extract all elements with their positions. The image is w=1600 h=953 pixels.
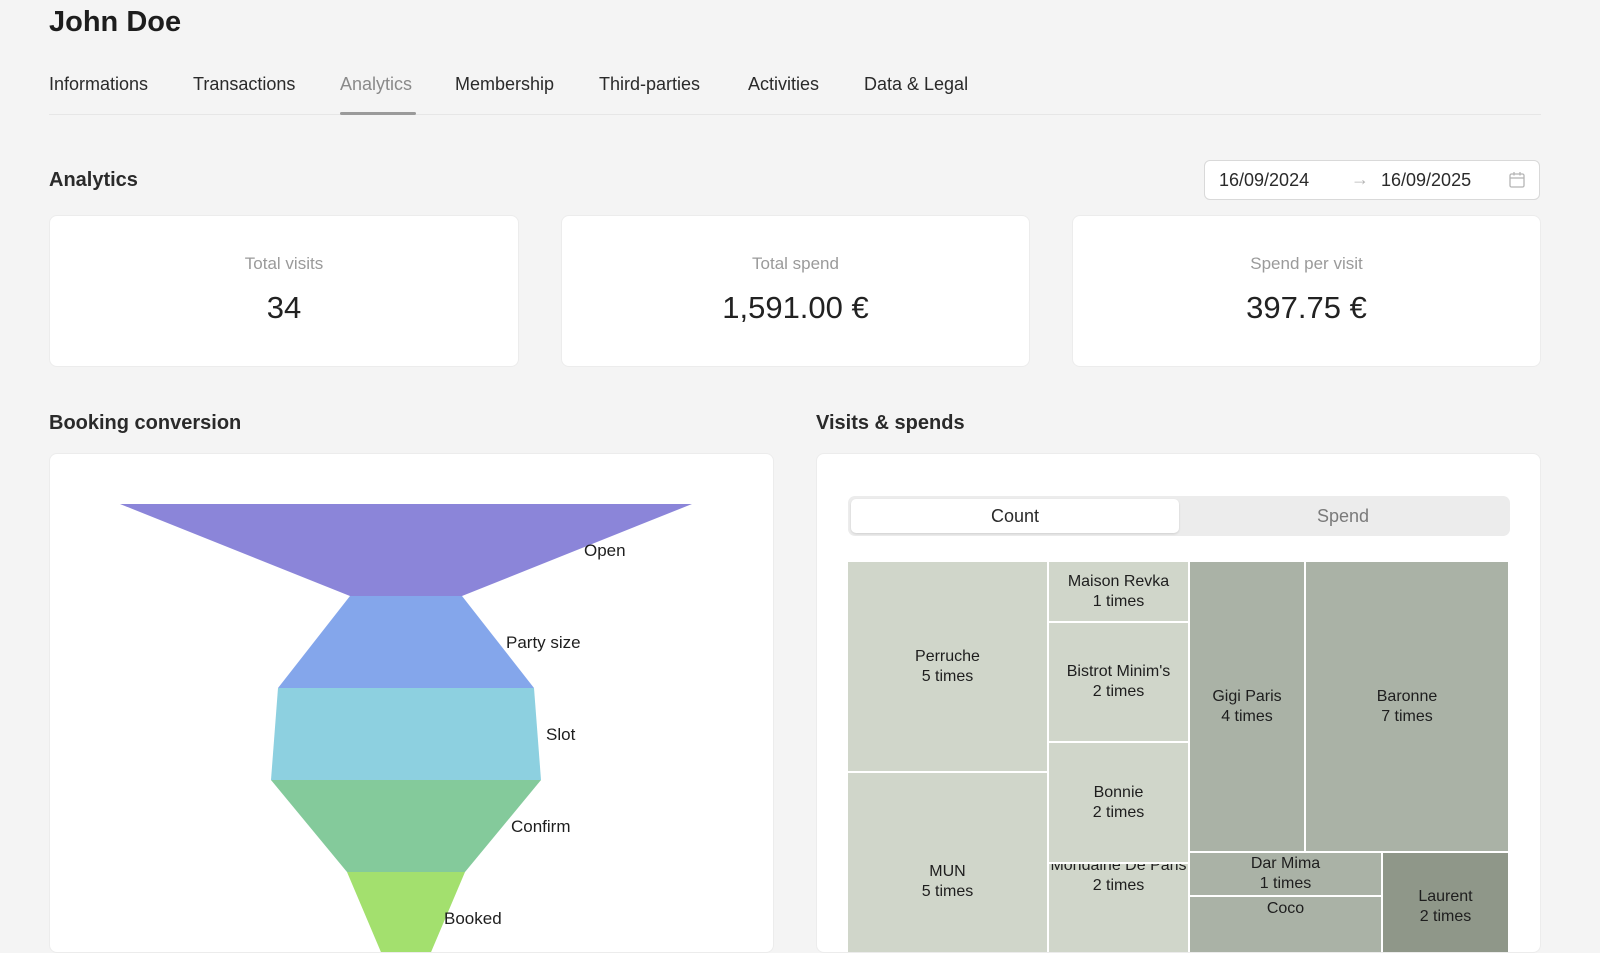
count-spend-toggle: Count Spend: [848, 496, 1510, 536]
funnel-stage-label: Open: [584, 541, 626, 560]
kpi-value: 1,591.00 €: [722, 290, 869, 325]
funnel-stage-label: Confirm: [511, 817, 571, 836]
treemap-cell-name: Bistrot Minim's: [1066, 663, 1171, 680]
treemap-cell-name: Coco: [1266, 899, 1305, 917]
spend-toggle-button[interactable]: Spend: [1179, 499, 1507, 533]
calendar-icon[interactable]: [1509, 171, 1525, 189]
tab-data-legal[interactable]: Data & Legal: [864, 74, 968, 95]
treemap-cell-count: 2 times: [1092, 803, 1145, 821]
treemap-cell-count: 4 times: [1221, 707, 1273, 725]
treemap-cell[interactable]: MUN 5 times: [848, 773, 1049, 952]
treemap-cell[interactable]: Laurent 2 times: [1383, 853, 1510, 952]
date-range-picker[interactable]: →: [1204, 160, 1540, 200]
kpi-label: Total visits: [244, 254, 324, 273]
treemap-cell-count: 7 times: [1381, 707, 1433, 725]
treemap-cell-count: 5 times: [921, 667, 974, 685]
visits-treemap: Perruche 5 times MUN 5 times Maison Revka 1 t…: [848, 562, 1510, 952]
kpi-label: Spend per visit: [1250, 254, 1363, 273]
funnel-stage-party-size[interactable]: [278, 596, 534, 688]
start-date-input[interactable]: [1219, 170, 1339, 191]
active-tab-indicator: [340, 112, 416, 115]
treemap-cell-count: 1 times: [1259, 875, 1312, 892]
booking-conversion-title: Booking conversion: [49, 412, 242, 434]
treemap-cell[interactable]: Gigi Paris 4 times: [1190, 562, 1306, 853]
treemap-cell[interactable]: Coco: [1190, 897, 1383, 952]
treemap-cell[interactable]: Bistrot Minim's 2 times: [1049, 623, 1190, 743]
treemap-cell-name: Bonnie: [1093, 783, 1144, 801]
kpi-value: 34: [266, 290, 302, 325]
treemap-cell-name: Maison Revka: [1067, 572, 1170, 590]
treemap-cell[interactable]: Mondaine De Paris 2 times: [1049, 864, 1190, 952]
treemap-cell-count: 2 times: [1092, 683, 1145, 700]
kpi-value: 397.75 €: [1246, 290, 1367, 325]
tab-activities[interactable]: Activities: [748, 74, 819, 95]
treemap-cell-name: Gigi Paris: [1212, 687, 1282, 705]
treemap-cell-name: Laurent: [1418, 887, 1473, 905]
tab-transactions[interactable]: Transactions: [193, 74, 295, 95]
kpi-card-total-visits: Total visits 34: [49, 215, 519, 367]
funnel-stage-confirm[interactable]: [271, 780, 541, 872]
tab-informations[interactable]: Informations: [49, 74, 148, 95]
treemap-cell-name: Dar Mima: [1250, 855, 1321, 872]
count-toggle-button[interactable]: Count: [851, 499, 1179, 533]
kpi-label: Total spend: [752, 254, 839, 273]
booking-conversion-card: Open Party size Slot Confirm Booked: [49, 453, 774, 953]
kpi-card-spend-per-visit: Spend per visit 397.75 €: [1072, 215, 1541, 367]
visits-spends-card: Count Spend Perruche 5 times MUN 5 times Mai…: [816, 453, 1541, 953]
funnel-chart: Open Party size Slot Confirm Booked: [120, 504, 692, 952]
visits-spends-title: Visits & spends: [816, 412, 965, 434]
end-date-input[interactable]: [1381, 170, 1501, 191]
tab-analytics[interactable]: Analytics: [340, 74, 412, 95]
treemap-cell-count: 1 times: [1092, 592, 1145, 610]
treemap-cell[interactable]: Perruche 5 times: [848, 562, 1049, 773]
treemap-cell-name: MUN: [929, 863, 966, 880]
funnel-stage-label: Booked: [444, 909, 502, 928]
treemap-cell-name: Baronne: [1376, 687, 1438, 705]
tab-membership[interactable]: Membership: [455, 74, 554, 95]
treemap-cell[interactable]: Baronne 7 times: [1306, 562, 1510, 853]
tab-bar: Informations Transactions Analytics Memb…: [49, 62, 1541, 115]
treemap-cell-count: 5 times: [921, 883, 974, 900]
funnel-stage-label: Slot: [546, 725, 576, 744]
kpi-card-total-spend: Total spend 1,591.00 €: [561, 215, 1030, 367]
funnel-stage-label: Party size: [506, 633, 581, 652]
treemap-cell-count: 2 times: [1092, 877, 1145, 894]
date-range-arrow: →: [1351, 169, 1369, 189]
funnel-stage-slot[interactable]: [271, 688, 541, 780]
treemap-cell-name: Mondaine De Paris: [1050, 864, 1187, 874]
treemap-cell[interactable]: Dar Mima 1 times: [1190, 853, 1383, 897]
page-title: John Doe: [49, 6, 182, 38]
treemap-cell-count: 2 times: [1419, 907, 1472, 925]
analytics-title: Analytics: [49, 169, 138, 191]
tab-third-parties[interactable]: Third-parties: [599, 74, 700, 95]
treemap-cell[interactable]: Maison Revka 1 times: [1049, 562, 1190, 623]
treemap-cell-name: Perruche: [915, 647, 980, 665]
treemap-cell[interactable]: Bonnie 2 times: [1049, 743, 1190, 864]
